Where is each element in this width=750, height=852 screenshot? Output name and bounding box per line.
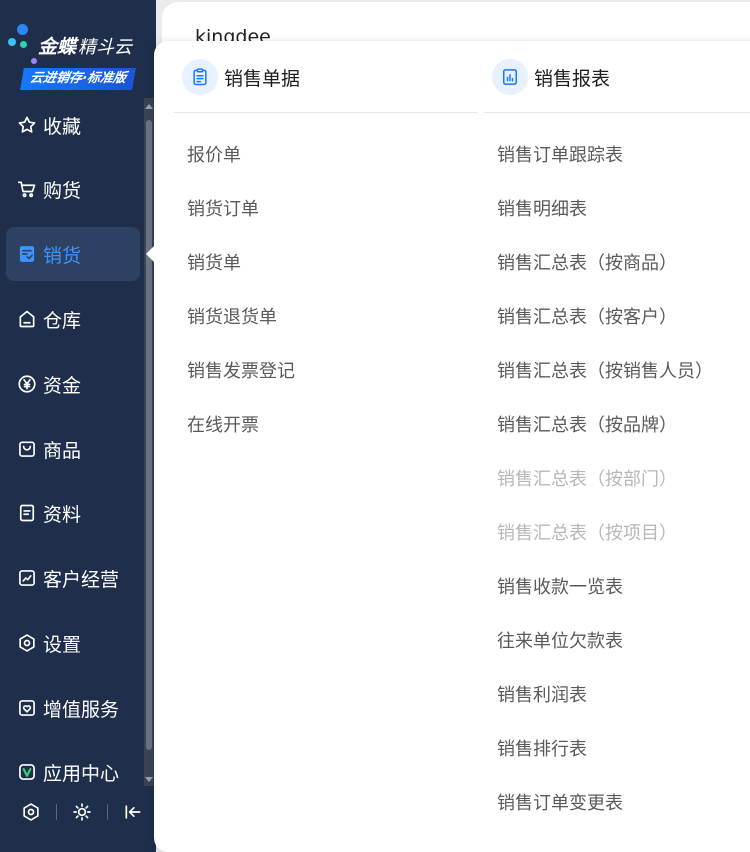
- menu-item-invoice-register[interactable]: 销售发票登记: [187, 358, 295, 386]
- sidebar-item-label: 设置: [43, 633, 82, 656]
- sidebar-item-label: 商品: [43, 439, 82, 462]
- logo-dot: [17, 24, 28, 35]
- sidebar-item-label: 应用中心: [43, 762, 120, 785]
- sidebar-scrollbar[interactable]: [144, 98, 154, 786]
- menu-item-sales-detail[interactable]: 销售明细表: [497, 196, 587, 224]
- column-header: 销售单据: [182, 58, 300, 96]
- menu-item-online-invoicing[interactable]: 在线开票: [187, 412, 259, 440]
- scroll-up-arrow-icon[interactable]: [145, 104, 153, 109]
- tool-divider: [107, 804, 108, 820]
- column-title: 销售单据: [224, 67, 301, 90]
- menu-item-summary-by-project: 销售汇总表（按项目）: [497, 523, 677, 544]
- sidebar-item-customer-ops[interactable]: 客户经营: [6, 551, 140, 605]
- sidebar-item-app-center[interactable]: 应用中心: [6, 745, 140, 799]
- column-title: 销售报表: [534, 67, 611, 90]
- menu-item-summary-by-salesperson[interactable]: 销售汇总表（按销售人员）: [497, 358, 713, 386]
- brand-name-sub: 精斗云: [78, 37, 133, 58]
- heart-icon: [16, 697, 38, 719]
- tool-divider: [56, 804, 57, 820]
- sidebar: 金蝶 精斗云 云进销存·标准版 收藏 购货 销货 仓库 资金 商品 资料 客户经…: [0, 0, 156, 852]
- sidebar-item-data[interactable]: 资料: [6, 486, 140, 540]
- menu-item-order-tracking[interactable]: 销售订单跟踪表: [497, 142, 623, 170]
- brand-name: 金蝶 精斗云: [38, 32, 132, 59]
- settings-icon[interactable]: [18, 799, 44, 825]
- brand-logo: 金蝶 精斗云 云进销存·标准版: [6, 24, 151, 94]
- sidebar-item-goods[interactable]: 商品: [6, 422, 140, 476]
- column-divider: [484, 112, 750, 113]
- report-icon: [492, 59, 528, 95]
- menu-item-summary-by-brand[interactable]: 销售汇总表（按品牌）: [497, 412, 677, 440]
- goods-icon: [16, 438, 38, 460]
- sidebar-item-label: 资料: [43, 503, 82, 526]
- clipboard-icon: [182, 59, 218, 95]
- sidebar-item-settings[interactable]: 设置: [6, 616, 140, 670]
- sidebar-item-warehouse[interactable]: 仓库: [6, 292, 140, 346]
- menu-item-sales-order[interactable]: 销货订单: [187, 196, 259, 224]
- menu-item-quotation[interactable]: 报价单: [187, 142, 241, 170]
- sidebar-item-label: 增值服务: [43, 698, 120, 721]
- sun-icon[interactable]: [69, 799, 95, 825]
- sidebar-item-label: 仓库: [43, 309, 82, 332]
- menu-item-receipt-overview[interactable]: 销售收款一览表: [497, 574, 623, 602]
- chart-icon: [16, 567, 38, 589]
- star-icon: [16, 114, 38, 136]
- menu-item-summary-by-customer[interactable]: 销售汇总表（按客户）: [497, 304, 677, 332]
- menu-item-profit-report[interactable]: 销售利润表: [497, 682, 587, 710]
- sidebar-item-value-added[interactable]: 增值服务: [6, 681, 140, 735]
- edition-badge: 云进销存·标准版: [20, 68, 136, 90]
- logo-dot: [8, 38, 16, 46]
- menu-item-ranking-report[interactable]: 销售排行表: [497, 736, 587, 764]
- scroll-down-arrow-icon[interactable]: [145, 777, 153, 782]
- sidebar-item-label: 购货: [43, 179, 82, 202]
- sidebar-item-label: 客户经营: [43, 568, 120, 591]
- column-divider: [174, 112, 478, 113]
- file-icon: [16, 502, 38, 524]
- sidebar-item-favorites[interactable]: 收藏: [6, 98, 140, 152]
- brand-name-main: 金蝶: [38, 36, 77, 58]
- scrollbar-thumb[interactable]: [146, 120, 152, 750]
- logo-dot: [20, 41, 27, 48]
- logo-dot: [31, 58, 37, 64]
- warehouse-icon: [16, 308, 38, 330]
- sidebar-item-label: 收藏: [43, 115, 82, 138]
- menu-item-summary-by-goods[interactable]: 销售汇总表（按商品）: [497, 250, 677, 278]
- menu-item-order-change-report[interactable]: 销售订单变更表: [497, 790, 623, 818]
- app-icon: [16, 761, 38, 783]
- sidebar-item-funds[interactable]: 资金: [6, 357, 140, 411]
- menu-item-sales-delivery[interactable]: 销货单: [187, 250, 241, 278]
- cart-icon: [16, 178, 38, 200]
- sales-menu-panel: 销售单据 报价单 销货订单 销货单 销货退货单 销售发票登记 在线开票 销售报表…: [146, 41, 750, 852]
- sidebar-item-label: 资金: [43, 374, 82, 397]
- yen-icon: [16, 373, 38, 395]
- menu-item-summary-by-department: 销售汇总表（按部门）: [497, 469, 677, 490]
- sales-doc-icon: [16, 243, 38, 265]
- settings-icon: [16, 632, 38, 654]
- sidebar-item-purchase[interactable]: 购货: [6, 162, 140, 216]
- collapse-icon[interactable]: [120, 799, 146, 825]
- menu-item-sales-return[interactable]: 销货退货单: [187, 304, 277, 332]
- menu-item-arrears-report[interactable]: 往来单位欠款表: [497, 628, 623, 656]
- sidebar-item-sales[interactable]: 销货: [6, 227, 140, 281]
- column-header: 销售报表: [492, 58, 610, 96]
- sidebar-item-label: 销货: [43, 244, 82, 267]
- sidebar-bottom-tools: [18, 798, 148, 826]
